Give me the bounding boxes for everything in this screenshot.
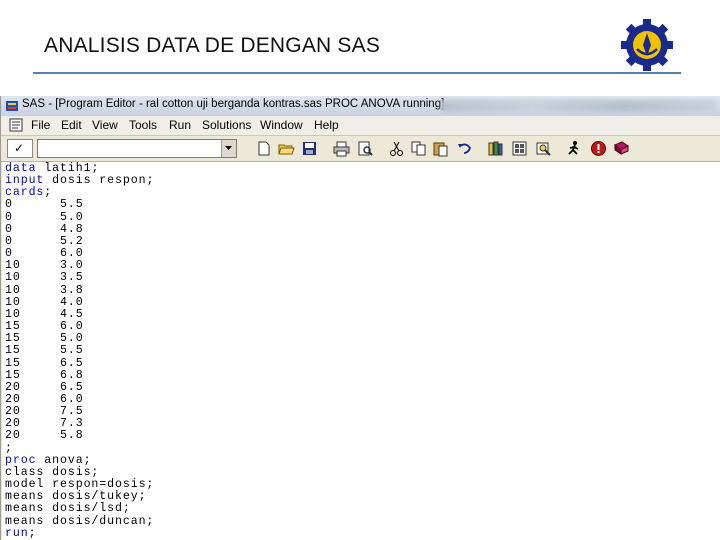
code-token: 20 7.3 bbox=[5, 417, 84, 431]
book-icon[interactable] bbox=[613, 140, 630, 157]
code-token: 20 7.5 bbox=[5, 405, 84, 419]
sas-app-icon bbox=[6, 101, 18, 111]
code-token: 15 5.5 bbox=[5, 344, 84, 358]
command-check-button[interactable]: ✓ bbox=[7, 139, 33, 158]
code-token: 0 4.8 bbox=[5, 222, 84, 236]
code-token: 15 6.8 bbox=[5, 368, 84, 382]
menu-help[interactable]: Help bbox=[314, 118, 339, 132]
code-token: 0 5.2 bbox=[5, 234, 84, 248]
paste-icon[interactable] bbox=[432, 140, 449, 157]
code-text: data latih1; input dosis respon; cards; 0 5… bbox=[5, 162, 155, 540]
code-keyword: data bbox=[5, 162, 37, 175]
menu-run[interactable]: Run bbox=[169, 118, 191, 132]
check-icon: ✓ bbox=[14, 141, 25, 155]
code-token: ; bbox=[44, 186, 53, 200]
menu-edit[interactable]: Edit bbox=[61, 118, 82, 132]
window-title: SAS - [Program Editor - ral cotton uji b… bbox=[22, 98, 445, 110]
code-token: 15 6.5 bbox=[5, 356, 84, 370]
code-keyword: input bbox=[5, 174, 45, 188]
code-line: 20 5.8 bbox=[5, 430, 154, 442]
code-token: 20 6.0 bbox=[5, 392, 84, 406]
code-token: 10 4.5 bbox=[5, 307, 84, 321]
menu-window[interactable]: Window bbox=[260, 118, 303, 132]
code-keyword: run bbox=[5, 526, 29, 540]
university-logo-icon bbox=[621, 19, 673, 71]
dropdown-arrow-icon bbox=[225, 146, 232, 150]
libraries-icon[interactable] bbox=[487, 140, 504, 157]
help-icon[interactable] bbox=[590, 140, 607, 157]
code-token: 20 5.8 bbox=[5, 429, 84, 443]
code-token: means dosis/duncan; bbox=[5, 514, 155, 528]
code-token: 10 3.0 bbox=[5, 259, 84, 273]
code-token: 10 3.8 bbox=[5, 283, 84, 297]
sas-application-window: SAS - [Program Editor - ral cotton uji b… bbox=[0, 96, 720, 540]
explorer-icon[interactable] bbox=[511, 140, 528, 157]
code-token: ; bbox=[5, 441, 13, 455]
submit-run-icon[interactable] bbox=[566, 140, 583, 157]
code-token: class dosis; bbox=[5, 465, 100, 479]
print-preview-icon[interactable] bbox=[357, 140, 374, 157]
code-token: means dosis/tukey; bbox=[5, 490, 147, 504]
code-token: 10 4.0 bbox=[5, 295, 84, 309]
menu-file[interactable]: File bbox=[31, 118, 50, 132]
code-token: anova; bbox=[36, 453, 92, 467]
obscured-title-area bbox=[441, 100, 716, 112]
code-token: 20 6.5 bbox=[5, 380, 84, 394]
new-icon[interactable] bbox=[255, 140, 272, 157]
code-token: 15 5.0 bbox=[5, 332, 84, 346]
code-keyword: cards bbox=[5, 186, 45, 200]
code-token: 0 6.0 bbox=[5, 247, 84, 261]
code-token: 0 5.5 bbox=[5, 198, 84, 212]
code-token: 10 3.5 bbox=[5, 271, 84, 285]
code-token: ; bbox=[28, 526, 37, 540]
command-dropdown-button[interactable] bbox=[221, 140, 236, 157]
code-token: dosis respon; bbox=[44, 174, 155, 188]
copy-icon[interactable] bbox=[410, 140, 427, 157]
code-token: 15 6.0 bbox=[5, 320, 84, 334]
slide-title: ANALISIS DATA DE DENGAN SAS bbox=[44, 34, 381, 57]
window-title-bar[interactable]: SAS - [Program Editor - ral cotton uji b… bbox=[1, 96, 720, 117]
code-keyword: proc bbox=[5, 453, 37, 467]
cut-icon[interactable] bbox=[388, 140, 405, 157]
code-token: model respon=dosis; bbox=[5, 478, 155, 492]
menu-view[interactable]: View bbox=[92, 118, 118, 132]
menu-solutions[interactable]: Solutions bbox=[202, 118, 251, 132]
toolbar: ✓ bbox=[1, 136, 720, 162]
find-icon[interactable] bbox=[535, 140, 552, 157]
code-token: 0 5.0 bbox=[5, 210, 84, 224]
code-line: run; bbox=[5, 526, 154, 540]
program-editor[interactable]: data latih1; input dosis respon; cards; 0 5… bbox=[2, 162, 720, 540]
open-icon[interactable] bbox=[278, 140, 295, 157]
menu-tools[interactable]: Tools bbox=[129, 118, 157, 132]
print-icon[interactable] bbox=[333, 140, 350, 157]
title-divider bbox=[33, 72, 681, 74]
code-token: latih1; bbox=[36, 162, 100, 175]
undo-icon[interactable] bbox=[456, 140, 473, 157]
document-icon[interactable] bbox=[9, 118, 23, 132]
menu-bar: File Edit View Tools Run Solutions Windo… bbox=[1, 116, 720, 136]
save-icon[interactable] bbox=[301, 140, 318, 157]
command-input[interactable] bbox=[37, 139, 237, 158]
code-token: means dosis/lsd; bbox=[5, 502, 131, 516]
